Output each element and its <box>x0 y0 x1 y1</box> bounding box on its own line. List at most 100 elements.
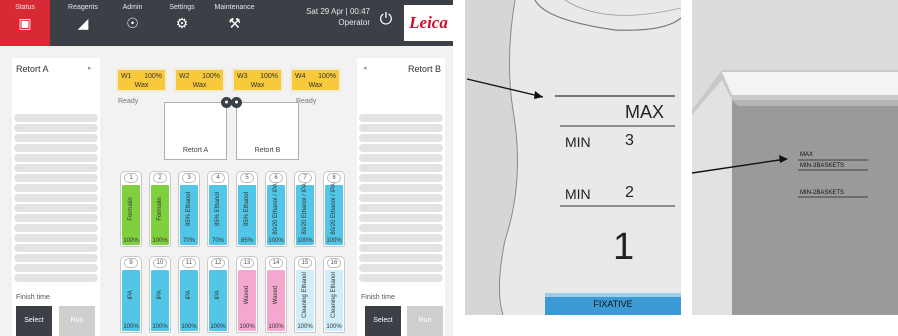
bottle-reagent-name: IPA <box>128 289 134 300</box>
bottle-reagent-name: Cleaning Ethanol <box>302 271 308 318</box>
tab-reagents[interactable]: Reagents ◢ <box>58 0 108 46</box>
empty-step-row <box>359 114 443 122</box>
retort-a-run-button[interactable]: Run <box>59 306 95 336</box>
wax-bath-reagent: Wax <box>250 82 265 89</box>
wax-max-mark-label: MAX <box>800 152 814 158</box>
reagent-bottle-15[interactable]: 15 Cleaning Ethanol 100% <box>294 256 316 333</box>
min3-mark-number: 3 <box>625 132 634 149</box>
wax-bath-percent: 100% <box>144 73 162 80</box>
retort-a-label: Retort A <box>182 147 209 154</box>
empty-step-row <box>14 164 98 172</box>
retort-b-run-button[interactable]: Run <box>407 306 443 336</box>
tab-status-label: Status <box>15 4 35 11</box>
bottle-reagent-name: 80/20 Ethanol / IPA <box>331 183 337 235</box>
reagent-bottle-14[interactable]: 14 Waxed 100% <box>265 256 287 333</box>
empty-step-row <box>14 244 98 252</box>
bottle-percent: 100% <box>326 324 342 330</box>
bottle-number: 3 <box>182 173 196 183</box>
reagent-bottle-2[interactable]: 2 Formalin 100% <box>149 171 171 247</box>
empty-step-row <box>14 134 98 142</box>
retort-a-select-button[interactable]: Select <box>16 306 52 336</box>
bottle-reagent-name: 85% Ethanol <box>215 191 221 227</box>
empty-step-row <box>359 164 443 172</box>
wax-bath-w3[interactable]: W3 100% Wax <box>232 68 283 92</box>
tab-maintenance[interactable]: Maintenance ⚒ <box>207 0 262 46</box>
empty-step-row <box>359 254 443 262</box>
reagent-bottle-8[interactable]: 8 80/20 Ethanol / IPA 100% <box>323 171 345 247</box>
bottle-number: 9 <box>124 258 138 268</box>
empty-step-row <box>359 154 443 162</box>
bottle-reagent-name: 80/20 Ethanol / IPA <box>273 183 279 235</box>
bottle-number: 8 <box>327 173 341 183</box>
empty-step-row <box>359 274 443 282</box>
wax-bath-w2[interactable]: W2 100% Wax <box>174 68 225 92</box>
maintenance-icon: ⚒ <box>228 15 241 31</box>
bottle-number: 13 <box>240 258 254 268</box>
reagent-bottle-5[interactable]: 5 85% Ethanol 85% <box>236 171 258 247</box>
retort-a-expand-icon[interactable]: ▸ <box>88 64 92 72</box>
empty-step-row <box>14 254 98 262</box>
bottle-percent: 70% <box>211 238 224 244</box>
tab-maintenance-label: Maintenance <box>214 4 255 11</box>
retort-b-select-button[interactable]: Select <box>365 306 401 336</box>
bottle-reagent-name: 85% Ethanol <box>186 191 192 227</box>
retort-b-box[interactable]: ● Retort B <box>231 97 299 160</box>
tab-admin[interactable]: Admin ☉ <box>110 0 155 46</box>
bottle-reagent-name: Formalin <box>128 197 134 221</box>
empty-step-row <box>14 214 98 222</box>
reagent-bottle-7[interactable]: 7 80/20 Ethanol / IPA 100% <box>294 171 316 247</box>
reagent-bottle-1[interactable]: 1 Formalin 100% <box>120 171 142 247</box>
instrument-ui: Status ▣ Reagents ◢ Admin ☉ Settings ⚙ M… <box>0 0 453 336</box>
bottle-reagent-name: Waxed <box>244 285 250 304</box>
admin-icon: ☉ <box>126 15 139 31</box>
wax-bath-percent: 100% <box>202 73 220 80</box>
empty-step-row <box>359 194 443 202</box>
bottle-number: 12 <box>211 258 225 268</box>
bottle-percent: 100% <box>152 238 168 244</box>
empty-step-row <box>359 244 443 252</box>
reagent-bottle-4[interactable]: 4 85% Ethanol 70% <box>207 171 229 247</box>
retort-b-panel: ◂ Retort B Finish time Select Run <box>357 58 445 336</box>
bottle-number: 2 <box>153 173 167 183</box>
bottle-percent: 100% <box>297 324 313 330</box>
wax-bath-reagent: Wax <box>192 82 207 89</box>
empty-step-row <box>359 134 443 142</box>
empty-step-row <box>14 184 98 192</box>
wax-bath-percent: 100% <box>318 73 336 80</box>
tab-settings[interactable]: Settings ⚙ <box>157 0 207 46</box>
reagent-bottle-3[interactable]: 3 85% Ethanol 70% <box>178 171 200 247</box>
wax-bath-level-photo: MAX MIN-3BASKETS MIN-2BASKETS <box>692 0 898 315</box>
bottle-number: 1 <box>124 173 138 183</box>
reagent-bottle-12[interactable]: 12 IPA 100% <box>207 256 229 333</box>
empty-step-row <box>359 124 443 132</box>
reagent-bottle-10[interactable]: 10 IPA 100% <box>149 256 171 333</box>
reagent-bottle-6[interactable]: 6 80/20 Ethanol / IPA 100% <box>265 171 287 247</box>
wax-bath-reagent: Wax <box>308 82 323 89</box>
reagent-bottle-9[interactable]: 9 IPA 100% <box>120 256 142 333</box>
wax-bath-drawing <box>692 0 898 315</box>
bottle-reagent-name: 85% Ethanol <box>244 191 250 227</box>
retort-a-finish-label: Finish time <box>16 294 50 301</box>
reagent-bottle-16[interactable]: 16 Cleaning Ethanol 100% <box>323 256 345 333</box>
retort-b-expand-icon[interactable]: ◂ <box>363 64 367 72</box>
max-mark-label: MAX <box>625 102 665 122</box>
settings-icon: ⚙ <box>175 15 189 31</box>
retort-number: 1 <box>613 226 635 268</box>
bottle-fill <box>151 270 169 331</box>
retort-a-box[interactable]: ● Retort A <box>164 97 232 160</box>
wax-bath-w1[interactable]: W1 100% Wax <box>116 68 167 92</box>
top-bar: Status ▣ Reagents ◢ Admin ☉ Settings ⚙ M… <box>0 0 453 46</box>
reagent-bottle-11[interactable]: 11 IPA 100% <box>178 256 200 333</box>
bottle-percent: 100% <box>268 238 284 244</box>
tab-admin-label: Admin <box>122 4 143 11</box>
reagent-bottle-13[interactable]: 13 Waxed 100% <box>236 256 258 333</box>
empty-step-row <box>14 194 98 202</box>
bottle-percent: 100% <box>297 238 313 244</box>
datetime-display: Sat 29 Apr | 00:47 Operator <box>270 6 370 28</box>
power-icon[interactable]: ⏻ <box>375 11 397 33</box>
wax-bath-w4[interactable]: W4 100% Wax <box>290 68 341 92</box>
bottle-reagent-name: Waxed <box>273 285 279 304</box>
tab-status[interactable]: Status ▣ <box>0 0 50 46</box>
empty-step-row <box>14 124 98 132</box>
bottle-number: 15 <box>298 258 312 268</box>
